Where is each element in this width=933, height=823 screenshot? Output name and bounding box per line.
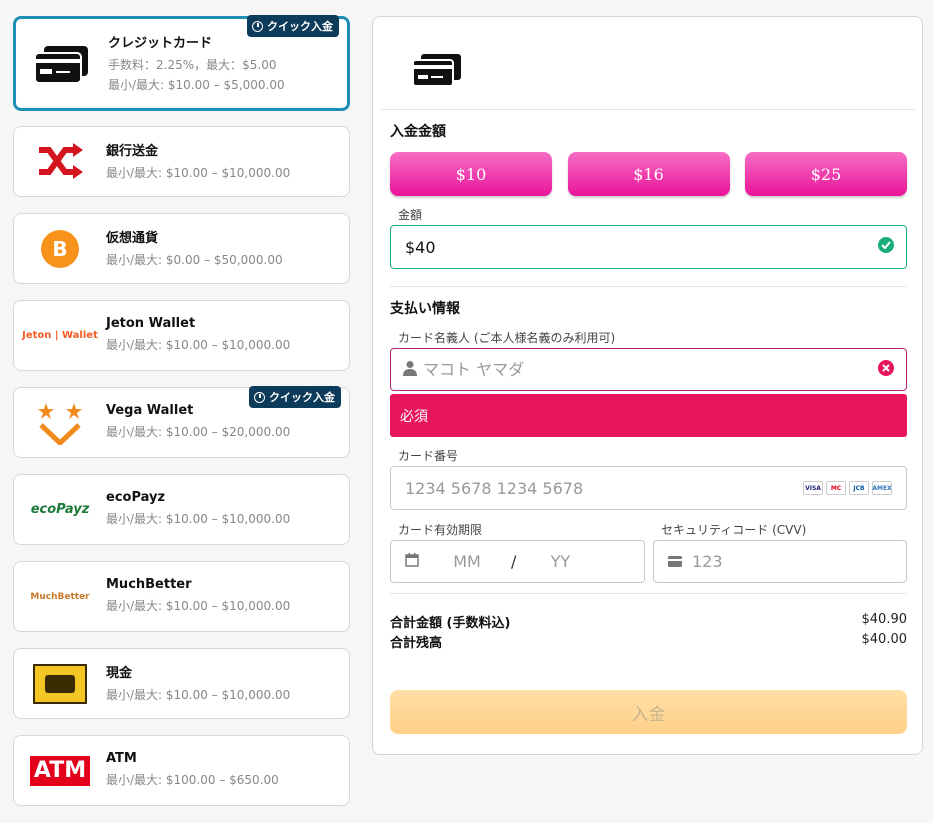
method-limits: 最小/最大: $10.00 – $10,000.00 [106, 598, 291, 613]
total-row: 合計金額 (手数料込) $40.90 [390, 612, 907, 631]
payment-method-list: クレジットカード 手数料：2.25%，最大：$5.00 最小/最大: $10.0… [13, 15, 350, 822]
expiry-year-input[interactable] [530, 541, 591, 582]
method-name: Jeton Wallet [106, 315, 196, 331]
method-limits: 最小/最大: $10.00 – $10,000.00 [106, 165, 291, 180]
method-credit-card[interactable]: クレジットカード 手数料：2.25%，最大：$5.00 最小/最大: $10.0… [13, 15, 350, 111]
cardholder-input[interactable] [423, 349, 878, 390]
expiry-month-input[interactable] [437, 541, 497, 582]
amount-label: 金額 [398, 208, 423, 222]
atm-logo: ATM [14, 755, 106, 786]
muchbetter-logo: MuchBetter [30, 591, 90, 602]
svg-text:B: B [52, 237, 67, 261]
method-jeton-wallet[interactable]: Jeton | Wallet Jeton Wallet 最小/最大: $10.0… [13, 300, 350, 371]
total-value: $40.90 [861, 612, 908, 627]
method-cash[interactable]: 現金 最小/最大: $10.00 – $10,000.00 [13, 648, 350, 719]
cvv-label: セキュリティコード (CVV) [661, 523, 807, 537]
credit-card-icon [411, 53, 463, 91]
card-small-icon [668, 552, 682, 571]
method-limits: 最小/最大: $100.00 – $650.00 [106, 772, 279, 787]
card-number-label: カード番号 [398, 449, 459, 463]
error-icon [878, 359, 894, 380]
expiry-separator: / [511, 552, 517, 571]
method-limits: 最小/最大: $10.00 – $20,000.00 [106, 424, 291, 439]
method-fee: 手数料：2.25%，最大：$5.00 [108, 57, 277, 72]
method-name: ecoPayz [106, 489, 166, 505]
method-name: 仮想通貨 [106, 230, 159, 246]
cvv-input[interactable] [692, 541, 906, 582]
card-number-input[interactable] [405, 467, 803, 509]
card-number-field[interactable]: VISA MC JCB AMEX [390, 466, 907, 510]
method-limits: 最小/最大: $10.00 – $10,000.00 [106, 687, 291, 702]
amount-input[interactable] [405, 226, 878, 268]
amex-logo: AMEX [872, 481, 892, 495]
shuffle-arrows-icon [14, 142, 106, 182]
deposit-panel: 入金金額 $10 $16 $25 金額 支払い情報 カード名義人 (ご本人様名義… [372, 16, 923, 755]
method-name: 現金 [106, 665, 133, 681]
method-limits: 最小/最大: $10.00 – $5,000.00 [108, 77, 285, 92]
quick-amounts: $10 $16 $25 [390, 152, 907, 196]
visa-logo: VISA [803, 481, 823, 495]
card-brand-logos: VISA MC JCB AMEX [803, 481, 892, 495]
deposit-amount-title: 入金金額 [390, 124, 446, 140]
quick-deposit-badge: クイック入金 [247, 15, 339, 37]
quick-amount-button[interactable]: $10 [390, 152, 552, 196]
method-bank-transfer[interactable]: 銀行送金 最小/最大: $10.00 – $10,000.00 [13, 126, 350, 197]
clock-icon [252, 20, 263, 32]
method-name: ATM [106, 750, 137, 766]
amount-field[interactable] [390, 225, 907, 269]
method-limits: 最小/最大: $0.00 – $50,000.00 [106, 252, 283, 267]
user-icon [403, 360, 417, 380]
clock-icon [254, 391, 265, 403]
quick-deposit-badge: クイック入金 [249, 386, 341, 408]
balance-row: 合計残高 $40.00 [390, 632, 907, 651]
method-name: 銀行送金 [106, 143, 159, 159]
divider [390, 593, 907, 594]
calendar-icon [405, 552, 419, 571]
expiry-field[interactable]: / [390, 540, 645, 583]
method-crypto[interactable]: B 仮想通貨 最小/最大: $0.00 – $50,000.00 [13, 213, 350, 284]
quick-amount-button[interactable]: $25 [745, 152, 907, 196]
jcb-logo: JCB [849, 481, 869, 495]
method-limits: 最小/最大: $10.00 – $10,000.00 [106, 511, 291, 526]
method-muchbetter[interactable]: MuchBetter MuchBetter 最小/最大: $10.00 – $1… [13, 561, 350, 632]
required-error-message: 必須 [390, 394, 907, 437]
mastercard-logo: MC [826, 481, 846, 495]
method-ecopayz[interactable]: ecoPayz ecoPayz 最小/最大: $10.00 – $10,000.… [13, 474, 350, 545]
quick-amount-button[interactable]: $16 [567, 152, 730, 196]
deposit-submit-button[interactable]: 入金 [390, 690, 907, 734]
credit-card-icon [16, 44, 108, 84]
payment-info-title: 支払い情報 [390, 301, 460, 317]
method-limits: 最小/最大: $10.00 – $10,000.00 [106, 337, 291, 352]
check-circle-icon [878, 237, 894, 257]
cvv-field[interactable] [653, 540, 907, 583]
jeton-wallet-logo: Jeton | Wallet [22, 330, 98, 341]
method-atm[interactable]: ATM ATM 最小/最大: $100.00 – $650.00 [13, 735, 350, 806]
cash-logo [14, 663, 106, 704]
ecopayz-logo: ecoPayz [30, 502, 90, 517]
balance-value: $40.00 [861, 632, 908, 647]
total-label: 合計金額 (手数料込) [390, 616, 511, 631]
cardholder-field[interactable] [390, 348, 907, 391]
method-vega-wallet[interactable]: Vega Wallet 最小/最大: $10.00 – $20,000.00 ク… [13, 386, 350, 458]
balance-label: 合計残高 [390, 636, 443, 651]
vega-wallet-logo [14, 401, 106, 445]
panel-header [381, 17, 915, 110]
bitcoin-icon: B [14, 229, 106, 269]
method-name: MuchBetter [106, 576, 192, 592]
cardholder-label: カード名義人 (ご本人様名義のみ利用可) [398, 331, 616, 345]
divider [390, 286, 907, 287]
expiry-label: カード有効期限 [398, 523, 483, 537]
